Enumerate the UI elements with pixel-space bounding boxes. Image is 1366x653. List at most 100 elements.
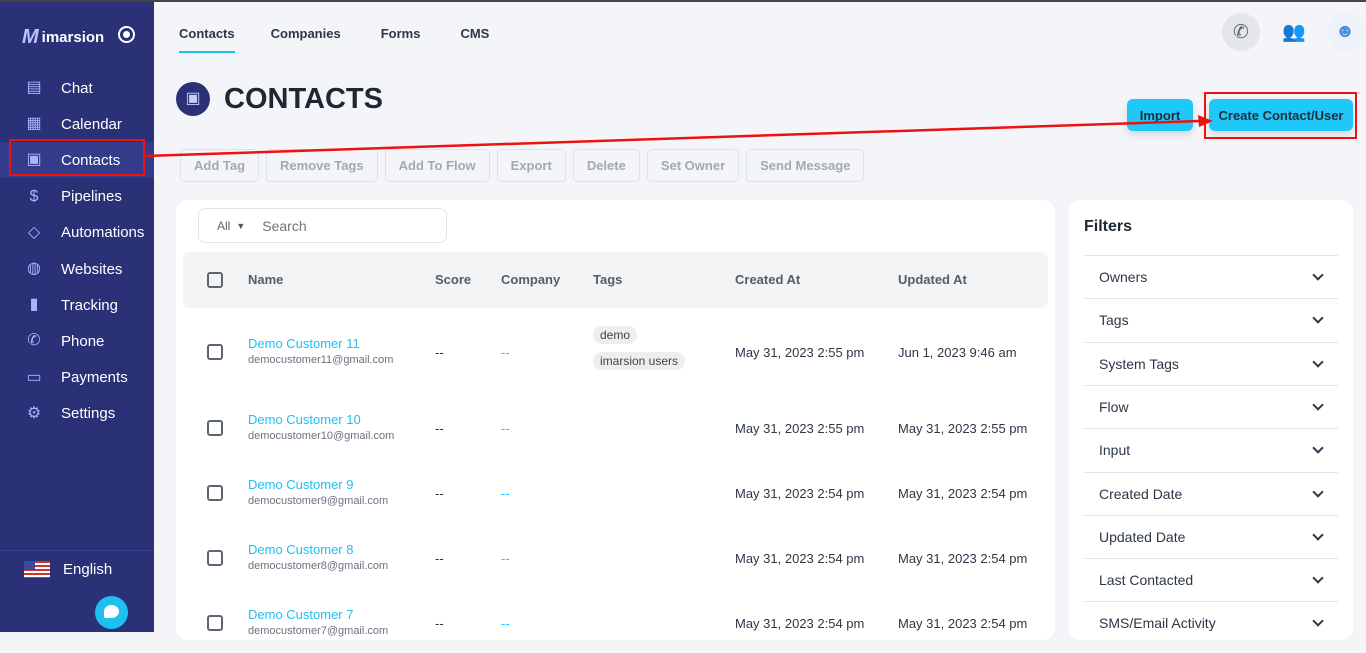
sidebar-item-label: Contacts [61, 151, 121, 169]
sidebar-item-chat[interactable]: ▤ Chat [0, 70, 154, 106]
updated-at: May 31, 2023 2:54 pm [898, 551, 1028, 566]
col-tags[interactable]: Tags [593, 272, 622, 287]
contacts-title-icon: ▣ [176, 82, 210, 116]
filter-sms-email-activity[interactable]: SMS/Email Activity [1084, 601, 1338, 644]
remove-tags-button[interactable]: Remove Tags [266, 149, 378, 182]
company-link[interactable]: -- [501, 551, 510, 566]
sidebar-item-label: Tracking [61, 296, 118, 314]
row-checkbox[interactable] [207, 420, 223, 436]
filters-title: Filters [1084, 218, 1133, 235]
sidebar-item-automations[interactable]: ◇ Automations [0, 215, 154, 251]
filter-label: Owners [1099, 269, 1148, 285]
search-input[interactable] [262, 217, 433, 234]
filter-updated-date[interactable]: Updated Date [1084, 514, 1338, 558]
contact-email: democustomer10@gmail.com [248, 430, 395, 442]
company-link[interactable]: -- [501, 421, 510, 436]
filter-label: Created Date [1099, 485, 1183, 502]
tab-forms[interactable]: Forms [381, 26, 421, 53]
contact-name-link[interactable]: Demo Customer 8 [248, 542, 353, 557]
table-header: Name Score Company Tags Created At Updat… [183, 252, 1048, 308]
sidebar-item-websites[interactable]: ◍ Websites [0, 251, 154, 287]
tab-companies[interactable]: Companies [271, 26, 341, 53]
top-tabs: Contacts Companies Forms CMS [179, 26, 489, 53]
dollar-icon: $ [29, 187, 39, 205]
sidebar: Mimarsion ▤ Chat ▦ Calendar ▣ Contacts $ Pipeli… [0, 2, 154, 632]
send-message-button[interactable]: Send Message [746, 149, 865, 182]
contact-email: democustomer8@gmail.com [248, 560, 389, 572]
row-checkbox[interactable] [207, 344, 223, 360]
sidebar-item-pipelines[interactable]: $ Pipelines [0, 179, 154, 215]
company-link[interactable]: -- [501, 486, 510, 501]
contact-name-link[interactable]: Demo Customer 7 [248, 607, 353, 622]
tab-contacts[interactable]: Contacts [179, 26, 235, 53]
globe-icon: ◍ [27, 260, 41, 277]
contact-name-link[interactable]: Demo Customer 9 [248, 477, 353, 492]
sidebar-item-payments[interactable]: ▭ Payments [0, 360, 154, 396]
score: -- [435, 616, 444, 631]
sidebar-item-contacts[interactable]: ▣ Contacts [0, 142, 154, 179]
users-icon[interactable]: 👥 [1275, 13, 1313, 51]
sidebar-item-settings[interactable]: ⚙ Settings [0, 396, 154, 432]
top-border [0, 0, 1366, 2]
table-row: Demo Customer 10 democustomer10@gmail.co… [183, 398, 1048, 458]
language-selector[interactable]: English [0, 550, 154, 588]
score: -- [435, 421, 444, 436]
sidebar-item-label: Settings [61, 405, 116, 423]
record-icon[interactable] [118, 26, 135, 43]
export-button[interactable]: Export [496, 149, 566, 182]
filter-flow[interactable]: Flow [1084, 384, 1338, 428]
filter-label: Tags [1099, 312, 1129, 329]
sidebar-item-tracking[interactable]: ▮ Tracking [0, 287, 154, 323]
filter-owners[interactable]: Owners [1084, 255, 1338, 298]
tag-pill[interactable]: imarsion users [593, 352, 686, 370]
col-created-at[interactable]: Created At [735, 272, 800, 287]
add-tag-button[interactable]: Add Tag [180, 149, 260, 182]
contact-name-link[interactable]: Demo Customer 10 [248, 412, 361, 427]
row-checkbox[interactable] [207, 615, 223, 631]
filter-system-tags[interactable]: System Tags [1084, 341, 1338, 385]
col-score[interactable]: Score [435, 272, 471, 287]
created-at: May 31, 2023 2:54 pm [735, 486, 865, 501]
filter-input[interactable]: Input [1084, 428, 1338, 471]
chat-bubble-button[interactable] [95, 596, 128, 629]
filter-created-date[interactable]: Created Date [1084, 471, 1338, 515]
filter-label: SMS/Email Activity [1099, 615, 1216, 632]
tag-pill[interactable]: demo [593, 326, 638, 344]
contact-name-link[interactable]: Demo Customer 11 [248, 336, 360, 351]
col-company[interactable]: Company [501, 272, 560, 287]
filter-last-contacted[interactable]: Last Contacted [1084, 558, 1338, 601]
filter-tags[interactable]: Tags [1084, 298, 1338, 341]
delete-button[interactable]: Delete [572, 149, 640, 182]
company-link[interactable]: -- [501, 345, 510, 360]
chevron-down-icon [1312, 312, 1324, 324]
create-contact-button[interactable]: Create Contact/User [1209, 99, 1353, 131]
chevron-down-icon [1312, 355, 1324, 368]
phone-icon: ✆ [27, 332, 41, 350]
search-filter-select[interactable]: All [217, 219, 230, 233]
contact-email: democustomer11@gmail.com [248, 354, 394, 366]
import-button[interactable]: Import [1127, 99, 1193, 131]
phone-icon[interactable]: ✆ [1222, 13, 1260, 51]
brand-name: imarsion [41, 29, 105, 46]
search-box: All ▼ [198, 208, 447, 243]
created-at: May 31, 2023 2:54 pm [735, 551, 865, 566]
avatar[interactable]: ☻ [1326, 13, 1364, 51]
col-updated-at[interactable]: Updated At [898, 272, 967, 287]
calendar-icon: ▦ [26, 115, 42, 133]
chevron-down-icon [1312, 269, 1324, 281]
chevron-down-icon [1312, 529, 1324, 541]
add-to-flow-button[interactable]: Add To Flow [384, 149, 490, 182]
company-link[interactable]: -- [501, 616, 510, 631]
set-owner-button[interactable]: Set Owner [646, 149, 740, 182]
sidebar-item-phone[interactable]: ✆ Phone [0, 323, 154, 359]
logo[interactable]: Mimarsion [22, 26, 104, 49]
sidebar-item-label: Payments [61, 369, 128, 387]
tab-cms[interactable]: CMS [460, 26, 489, 53]
chevron-down-icon [1312, 399, 1324, 411]
select-all-checkbox[interactable] [207, 272, 223, 288]
row-checkbox[interactable] [207, 485, 223, 501]
col-name[interactable]: Name [248, 272, 283, 287]
updated-at: May 31, 2023 2:54 pm [898, 616, 1028, 631]
sidebar-item-calendar[interactable]: ▦ Calendar [0, 106, 154, 142]
row-checkbox[interactable] [207, 550, 223, 566]
